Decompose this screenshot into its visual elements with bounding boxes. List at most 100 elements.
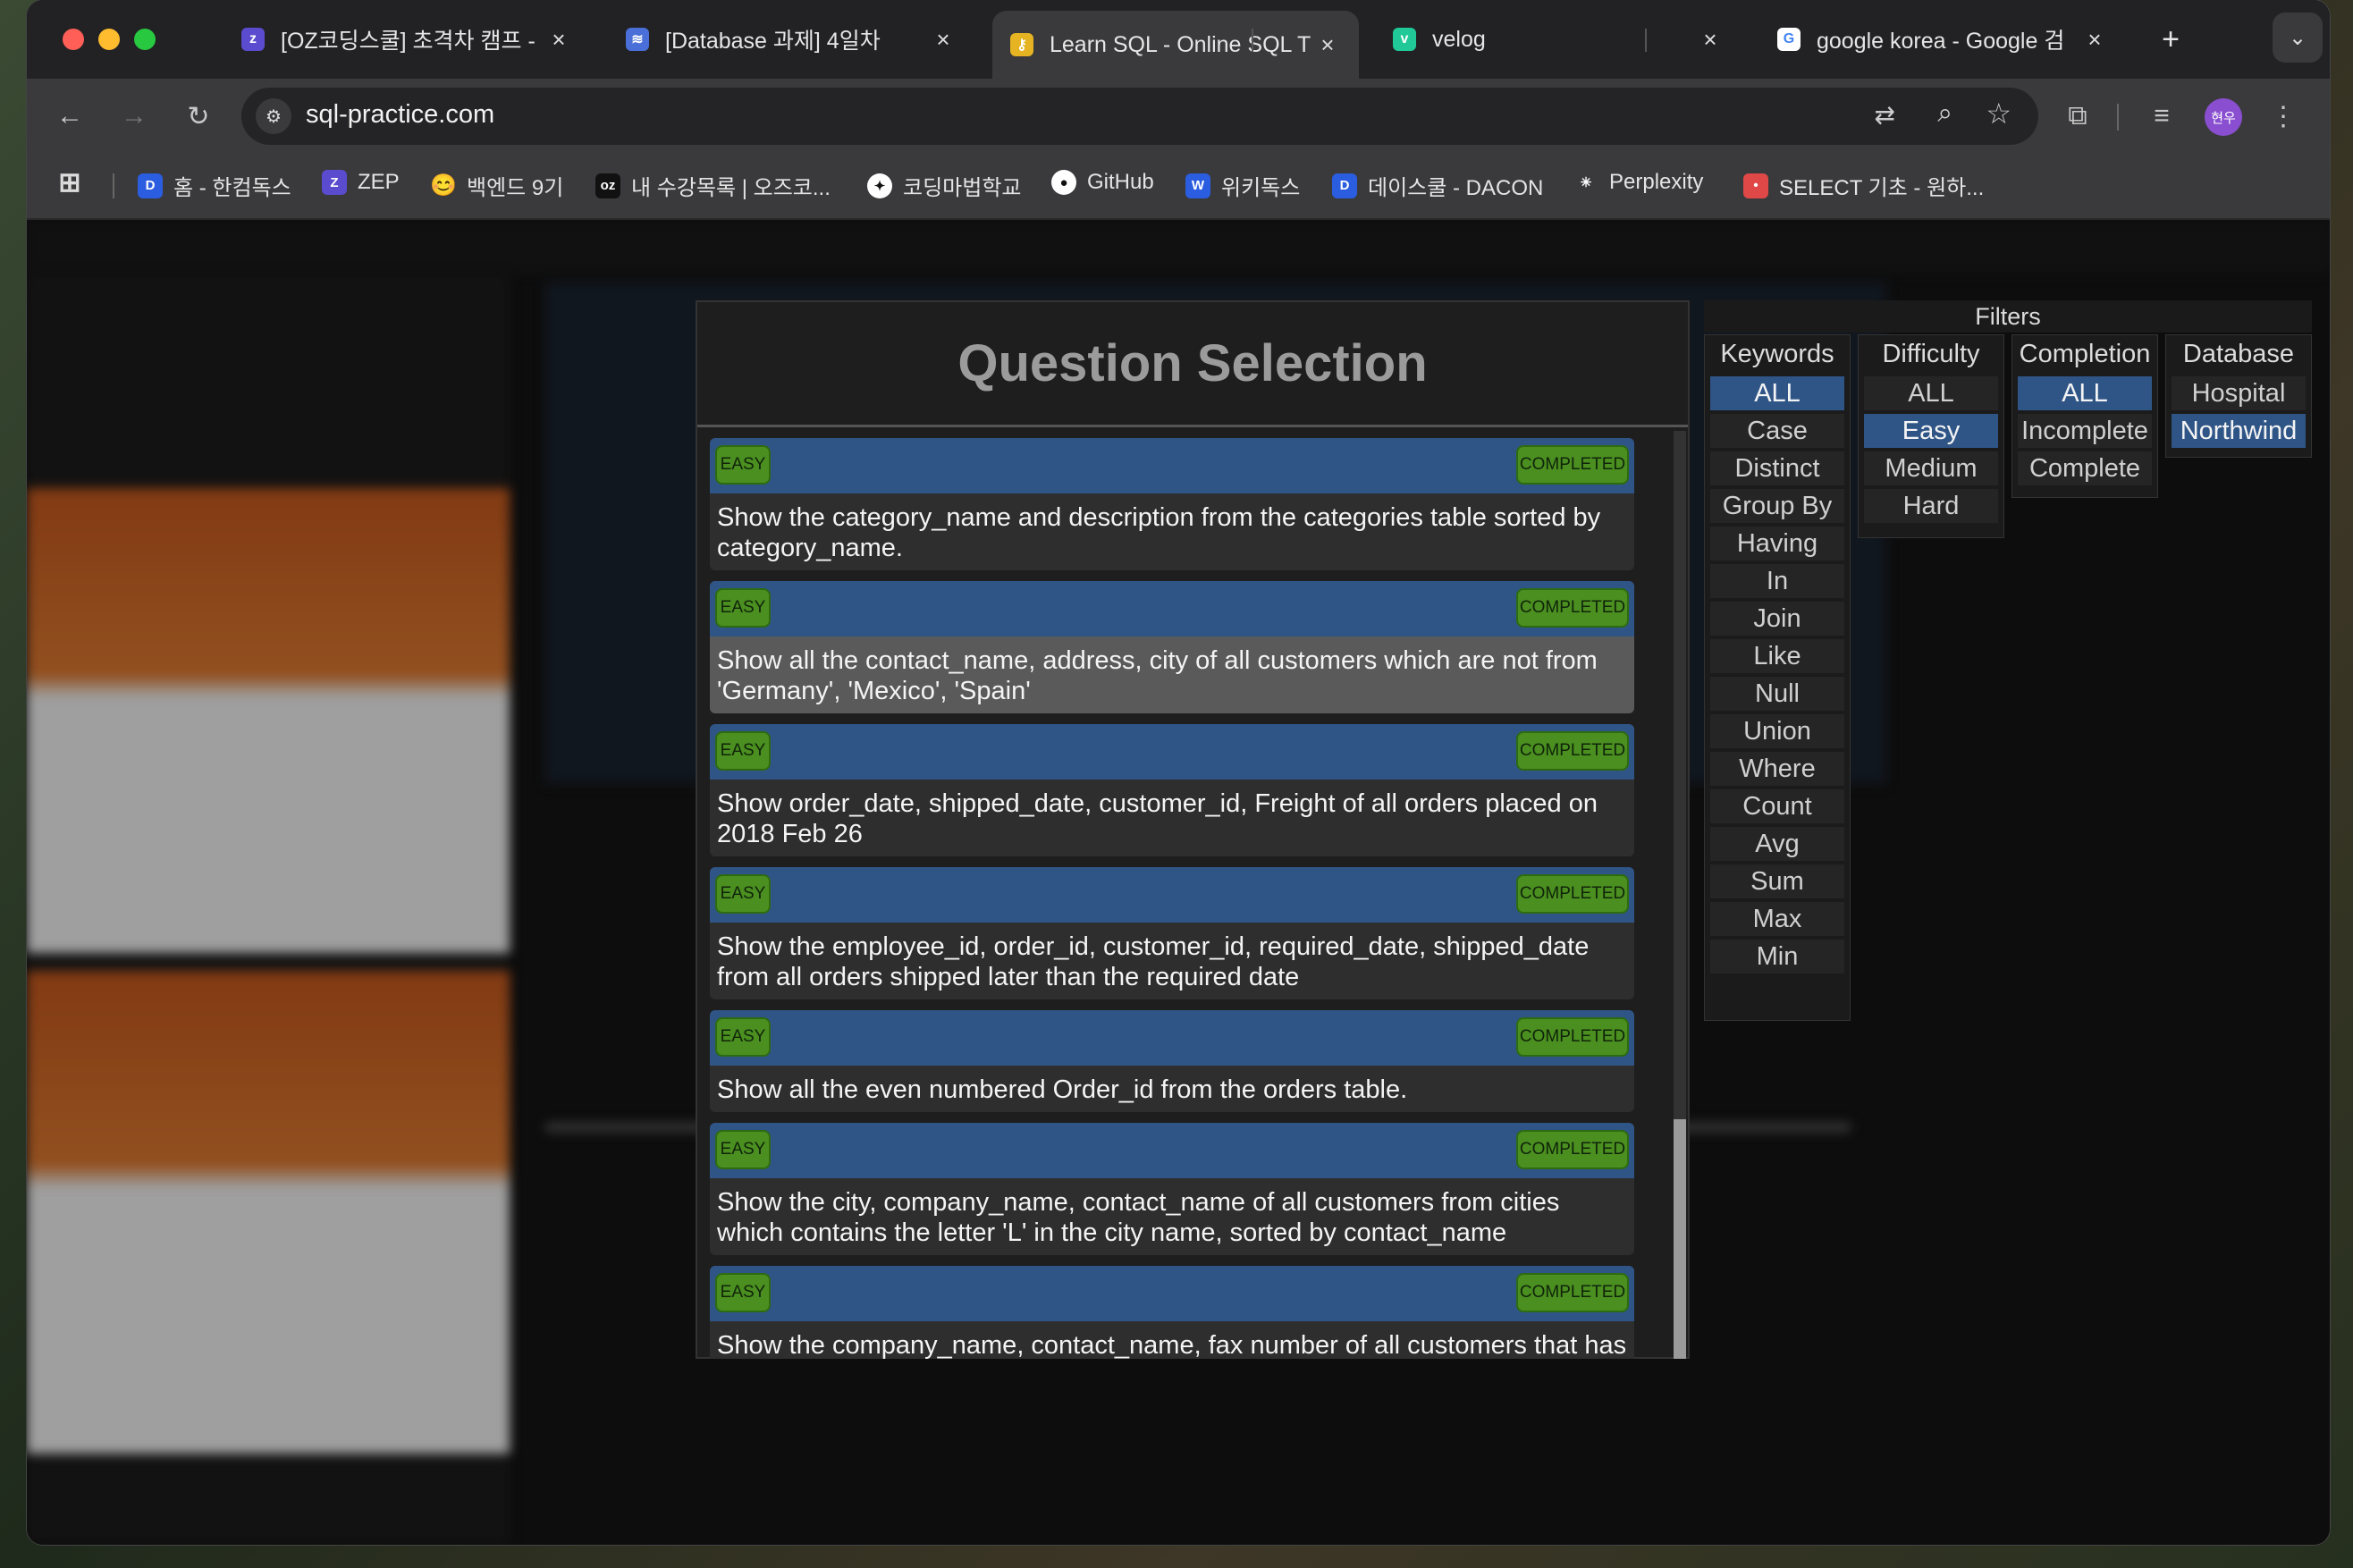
tab-title: [Database 과제] 4일차 [665,29,881,54]
filter-option[interactable]: Easy [1864,414,1998,448]
bookmark-label: 위키독스 [1221,176,1301,200]
filter-option[interactable]: Complete [2018,451,2152,485]
question-card[interactable]: EASY COMPLETED Show the city, company_name… [710,1123,1634,1255]
question-text: Show order_date, shipped_date, customer_… [717,789,1598,848]
filter-header: Difficulty [1882,340,1980,368]
zoom-icon[interactable]: ⌕ [1937,98,1952,129]
google-icon: G [1777,28,1801,51]
bookmark-github[interactable]: ● GitHub [1051,170,1154,195]
playlist-icon: ≡ [2154,101,2170,131]
wand-icon: ✦ [867,173,892,198]
completion-badge: COMPLETED [1516,445,1629,485]
bookmark-label: 백엔드 9기 [467,176,564,200]
question-card[interactable]: EASY COMPLETED Show the employee_id, order… [710,867,1634,999]
filter-option[interactable]: Group By [1710,489,1844,523]
toolbar-divider [2117,104,2119,131]
filter-option[interactable]: Sum [1710,864,1844,898]
zoom-window-button[interactable] [134,29,156,50]
bookmark-smile-emoji[interactable]: 😊 백엔드 9기 [430,170,564,201]
filter-option[interactable]: Max [1710,902,1844,936]
filter-option[interactable]: Distinct [1710,451,1844,485]
menu-button[interactable]: ⋮ [2262,95,2305,138]
tab-3[interactable]: ⚷ Learn SQL - Online SQL T × [992,11,1359,79]
tab-5[interactable]: Ggoogle korea - Google 검 × [1759,13,2126,66]
modal-title: Question Selection [697,302,1688,427]
question-card-header: EASY COMPLETED [710,438,1634,493]
question-text: Show the company_name, contact_name, fax… [717,1331,1627,1359]
bookmark-wikidocs[interactable]: W 위키독스 [1185,170,1300,201]
bookmark-star-icon[interactable]: ☆ [1986,97,2011,131]
question-text: Show the city, company_name, contact_nam… [717,1188,1560,1247]
key-icon: ⚷ [1010,33,1033,56]
filter-option[interactable]: Join [1710,602,1844,636]
scrollbar-thumb[interactable] [1674,431,1686,1119]
close-icon[interactable]: × [930,26,957,54]
back-button[interactable]: ← [48,95,91,138]
filter-option[interactable]: Avg [1710,827,1844,861]
close-icon[interactable]: × [2081,26,2108,54]
wikidocs-icon: W [1185,173,1210,198]
filter-option[interactable]: Northwind [2172,414,2306,448]
filter-column-database: Database Hospital Northwind [2165,334,2312,458]
smile-emoji-icon: 😊 [430,173,457,198]
translate-icon[interactable]: ⇄ [1875,100,1895,130]
new-tab-button[interactable]: + [2144,13,2197,66]
apps-grid-icon: ⊞ [58,167,81,198]
close-window-button[interactable] [63,29,84,50]
question-card[interactable]: EASY COMPLETED Show order_date, shipped_da… [710,724,1634,856]
filter-option[interactable]: ALL [2018,376,2152,410]
filter-option[interactable]: In [1710,564,1844,598]
browser-window: z [OZ코딩스쿨] 초격차 캠프 - × ≋ [Database 과제] 4일차 × ⚷… [27,0,2330,1545]
bookmark-zep[interactable]: Z ZEP [322,170,400,195]
extensions-button[interactable]: ⧉ [2056,95,2099,138]
bookmark-hancom-docs[interactable]: D 홈 - 한컴독스 [138,170,291,201]
chevron-down-icon: ⌄ [2288,25,2307,50]
bookmark-dacon[interactable]: D 데이스쿨 - DACON [1332,170,1543,201]
forward-button[interactable]: → [113,95,156,138]
filter-option[interactable]: Count [1710,789,1844,823]
bookmark-perplexity[interactable]: ✳ Perplexity [1573,170,1703,195]
filter-option[interactable]: Case [1710,414,1844,448]
close-icon[interactable]: × [1697,26,1724,54]
minimize-window-button[interactable] [98,29,120,50]
select-basics-icon: • [1743,173,1768,198]
reload-button[interactable]: ↻ [177,95,220,138]
media-controls-button[interactable]: ≡ [2140,95,2183,138]
bookmark-label: 코딩마법학교 [903,176,1022,200]
tab-1[interactable]: z [OZ코딩스쿨] 초격차 캠프 - × [223,13,590,66]
url-text: sql-practice.com [306,100,495,129]
perplexity-icon: ✳ [1573,170,1598,195]
tab-4[interactable]: v velog × [1375,13,1742,66]
question-card[interactable]: EASY COMPLETED Show the category_name and … [710,438,1634,570]
filter-option[interactable]: Medium [1864,451,1998,485]
filter-option[interactable]: Hospital [2172,376,2306,410]
filters-title: Filters [1704,300,2312,333]
question-card[interactable]: EASY COMPLETED Show all the even numbered … [710,1010,1634,1112]
bookmark-wand[interactable]: ✦ 코딩마법학교 [867,170,1021,201]
tab-2[interactable]: ≋ [Database 과제] 4일차 × [608,13,974,66]
filter-option[interactable]: Hard [1864,489,1998,523]
bookmark-oz[interactable]: oz 내 수강목록 | 오즈코... [595,170,831,201]
filter-option[interactable]: Where [1710,752,1844,786]
filter-option[interactable]: ALL [1710,376,1844,410]
bookmark-select-basics[interactable]: • SELECT 기초 - 원하... [1743,170,1984,201]
address-bar[interactable]: ⚙ sql-practice.com ⇄ ⌕ ☆ [241,88,2038,145]
close-icon[interactable]: × [1314,31,1341,59]
bookmark-label: 내 수강목록 | 오즈코... [631,176,831,200]
filter-option[interactable]: Union [1710,714,1844,748]
tab-search-button[interactable]: ⌄ [2273,13,2323,63]
filter-option[interactable]: Like [1710,639,1844,673]
question-card[interactable]: EASY COMPLETED Show the company_name, cont… [710,1266,1634,1359]
filter-option[interactable]: Null [1710,677,1844,711]
filter-option[interactable]: ALL [1864,376,1998,410]
github-icon: ● [1051,170,1076,195]
question-card[interactable]: EASY COMPLETED Show all the contact_name, … [710,581,1634,713]
site-settings-icon[interactable]: ⚙ [256,98,291,134]
profile-avatar[interactable]: 현우 [2205,98,2242,136]
bookmark-apps-grid[interactable]: ⊞ [57,167,93,198]
filter-option[interactable]: Min [1710,940,1844,974]
filter-option[interactable]: Incomplete [2018,414,2152,448]
filter-option[interactable]: Having [1710,527,1844,561]
question-card-header: EASY COMPLETED [710,867,1634,923]
close-icon[interactable]: × [545,26,572,54]
